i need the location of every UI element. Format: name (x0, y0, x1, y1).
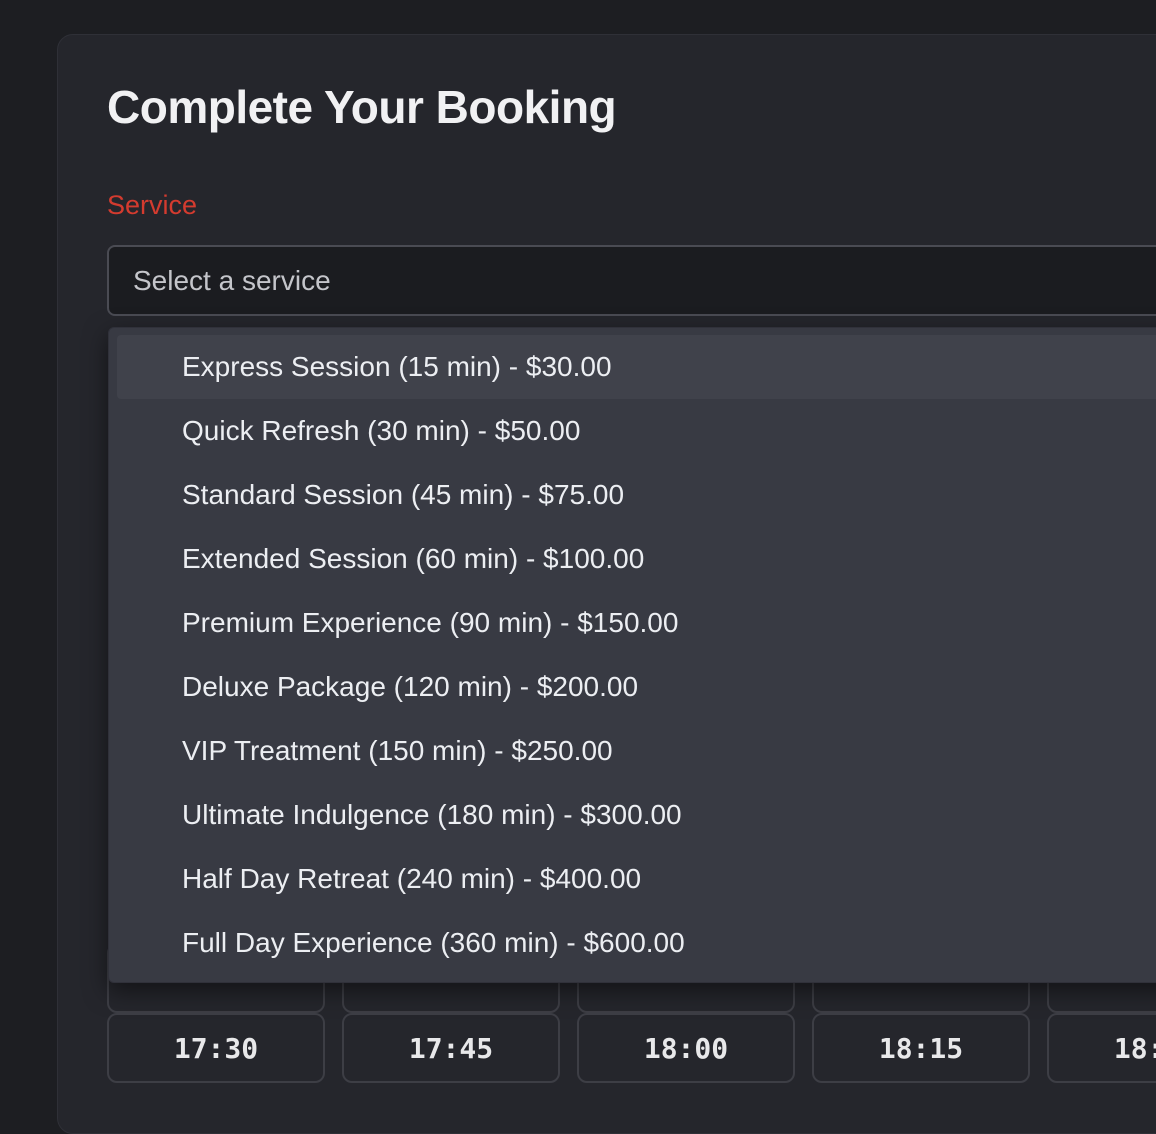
time-slot[interactable]: 17:30 (107, 1013, 325, 1083)
service-label: Service (107, 190, 198, 220)
service-option[interactable]: Deluxe Package (120 min) - $200.00 (117, 655, 1156, 719)
time-slot[interactable]: 18:00 (577, 1013, 795, 1083)
service-option[interactable]: Half Day Retreat (240 min) - $400.00 (117, 847, 1156, 911)
service-option[interactable]: Express Session (15 min) - $30.00 (117, 335, 1156, 399)
service-option[interactable]: VIP Treatment (150 min) - $250.00 (117, 719, 1156, 783)
service-dropdown-menu: Express Session (15 min) - $30.00 Quick … (108, 327, 1156, 983)
time-slot[interactable]: 18:15 (812, 1013, 1030, 1083)
service-option[interactable]: Premium Experience (90 min) - $150.00 (117, 591, 1156, 655)
service-option[interactable]: Full Day Experience (360 min) - $600.00 (117, 911, 1156, 975)
service-select-placeholder: Select a service (133, 264, 331, 296)
service-option[interactable]: Quick Refresh (30 min) - $50.00 (117, 399, 1156, 463)
time-slot[interactable]: 17:45 (342, 1013, 560, 1083)
time-slot[interactable]: 18:30 (1047, 1013, 1156, 1083)
service-option[interactable]: Standard Session (45 min) - $75.00 (117, 463, 1156, 527)
service-option[interactable]: Extended Session (60 min) - $100.00 (117, 527, 1156, 591)
service-select[interactable]: Select a service (107, 245, 1156, 316)
page-title: Complete Your Booking (107, 81, 617, 133)
booking-card: Complete Your Booking Service Select a s… (57, 34, 1156, 1134)
service-option[interactable]: Ultimate Indulgence (180 min) - $300.00 (117, 783, 1156, 847)
